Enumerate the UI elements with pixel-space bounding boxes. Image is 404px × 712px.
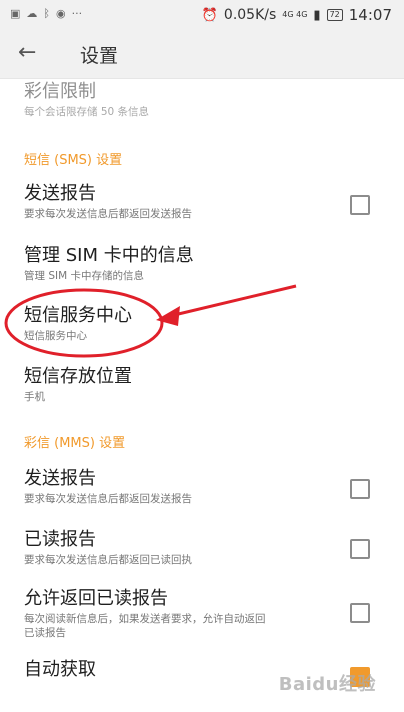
network-type: 4G 4G [282, 10, 308, 19]
mms-limit-item[interactable]: 彩信限制 每个会话限存储 50 条信息 [24, 81, 386, 119]
sms-storage-location-item[interactable]: 短信存放位置 手机 [24, 366, 386, 404]
watermark: Baidu经验 [278, 674, 376, 695]
settings-list: 彩信限制 每个会话限存储 50 条信息 短信 (SMS) 设置 发送报告 要求每… [0, 79, 404, 712]
app-bar: ← 设置 [0, 30, 404, 79]
item-subtitle: 要求每次发送信息后都返回发送报告 [24, 493, 192, 505]
read-report-item[interactable]: 已读报告 要求每次发送信息后都返回已读回执 [24, 529, 386, 567]
sms-delivery-report-item[interactable]: 发送报告 要求每次发送信息后都返回发送报告 [24, 183, 386, 221]
sms-service-center-item[interactable]: 短信服务中心 短信服务中心 [24, 305, 386, 343]
item-title: 短信服务中心 [24, 305, 132, 326]
clock: 14:07 [348, 6, 392, 24]
item-subtitle: 要求每次发送信息后都返回发送报告 [24, 208, 192, 220]
item-subtitle: 要求每次发送信息后都返回已读回执 [24, 554, 192, 566]
status-icons-right: ⏰ 0.05K/s 4G 4G ▮ 72 14:07 [202, 6, 392, 24]
item-title: 管理 SIM 卡中的信息 [24, 245, 194, 266]
item-title: 发送报告 [24, 468, 96, 489]
item-subtitle: 管理 SIM 卡中存储的信息 [24, 270, 144, 282]
signal-icon: ▮ [313, 7, 321, 23]
item-subtitle: 每个会话限存储 50 条信息 [24, 106, 150, 118]
battery-icon: 72 [326, 9, 343, 21]
cloud-icon: ☁ [26, 7, 38, 20]
sms-section-header: 短信 (SMS) 设置 [24, 153, 123, 168]
mms-delivery-report-item[interactable]: 发送报告 要求每次发送信息后都返回发送报告 [24, 468, 386, 506]
item-subtitle: 每次阅读新信息后，如果发送者要求，允许自动返回 [24, 613, 266, 625]
item-title: 短信存放位置 [24, 366, 132, 387]
item-title: 已读报告 [24, 529, 96, 550]
more-icon: ··· [71, 7, 83, 20]
item-subtitle: 手机 [24, 391, 45, 403]
bluetooth-icon: ᛒ [43, 7, 51, 20]
mms-delivery-report-checkbox[interactable] [350, 479, 370, 499]
allow-read-report-checkbox[interactable] [350, 603, 370, 623]
item-title: 彩信限制 [24, 81, 96, 102]
back-arrow-icon[interactable]: ← [18, 40, 36, 65]
mms-section-header: 彩信 (MMS) 设置 [24, 436, 126, 451]
record-icon: ◉ [56, 7, 66, 20]
allow-read-report-item[interactable]: 允许返回已读报告 每次阅读新信息后，如果发送者要求，允许自动返回 已读报告 [24, 588, 324, 640]
item-subtitle-cont: 已读报告 [24, 627, 66, 639]
page-title: 设置 [80, 45, 119, 67]
status-icons-left: ▣ ☁ ᛒ ◉ ··· [10, 7, 82, 20]
alarm-icon: ⏰ [201, 7, 218, 23]
item-title: 发送报告 [24, 183, 96, 204]
image-icon: ▣ [10, 7, 21, 20]
sms-delivery-report-checkbox[interactable] [350, 195, 370, 215]
manage-sim-messages-item[interactable]: 管理 SIM 卡中的信息 管理 SIM 卡中存储的信息 [24, 245, 386, 283]
item-title: 允许返回已读报告 [24, 588, 168, 609]
item-subtitle: 短信服务中心 [24, 330, 87, 342]
read-report-checkbox[interactable] [350, 539, 370, 559]
net-speed: 0.05K/s [223, 7, 277, 23]
status-bar: ▣ ☁ ᛒ ◉ ··· ⏰ 0.05K/s 4G 4G ▮ 72 14:07 [0, 0, 404, 30]
